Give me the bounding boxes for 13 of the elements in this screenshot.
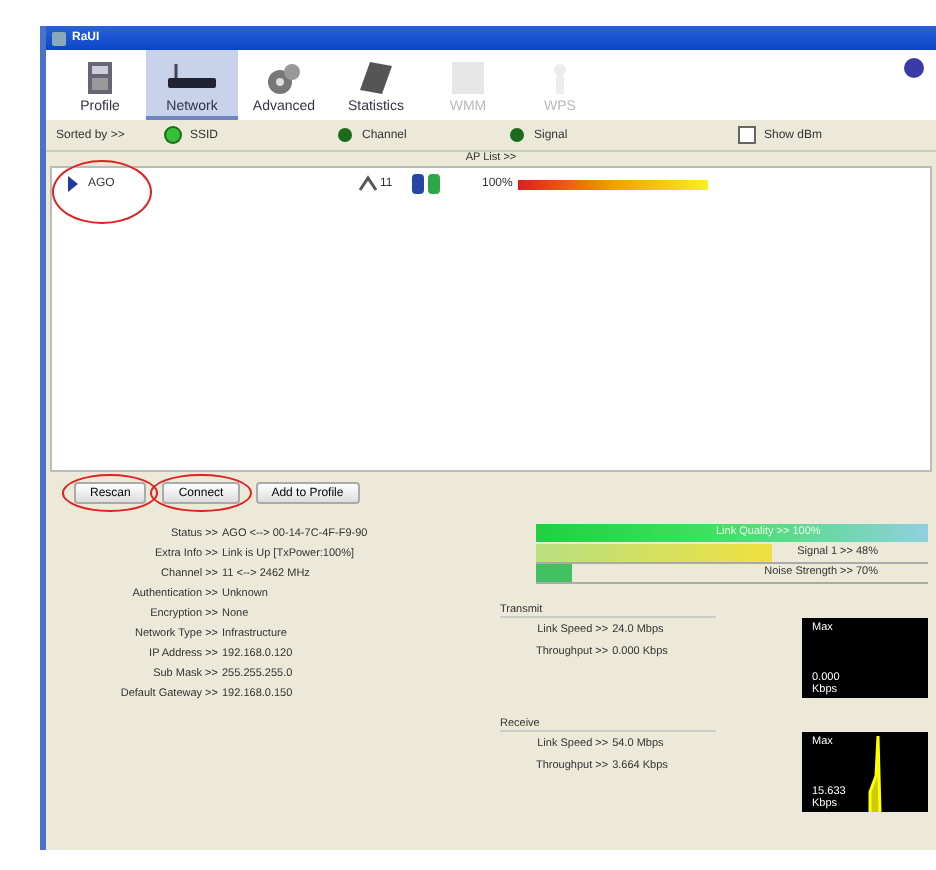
network-mode-icon [410,172,442,196]
app-icon [52,31,66,45]
sort-radio-icon[interactable] [166,128,180,142]
toolbar-icon [84,60,116,96]
sort-radio-icon[interactable] [338,128,352,142]
arrow-icon [68,176,78,192]
toolbar-icon [450,60,486,96]
help-icon[interactable] [904,58,924,78]
show-dbm-checkbox[interactable] [738,126,756,144]
channel-icon [358,174,378,194]
toolbar-icon [358,60,394,96]
sort-radio-icon[interactable] [510,128,524,142]
toolbar-icon [264,60,304,96]
